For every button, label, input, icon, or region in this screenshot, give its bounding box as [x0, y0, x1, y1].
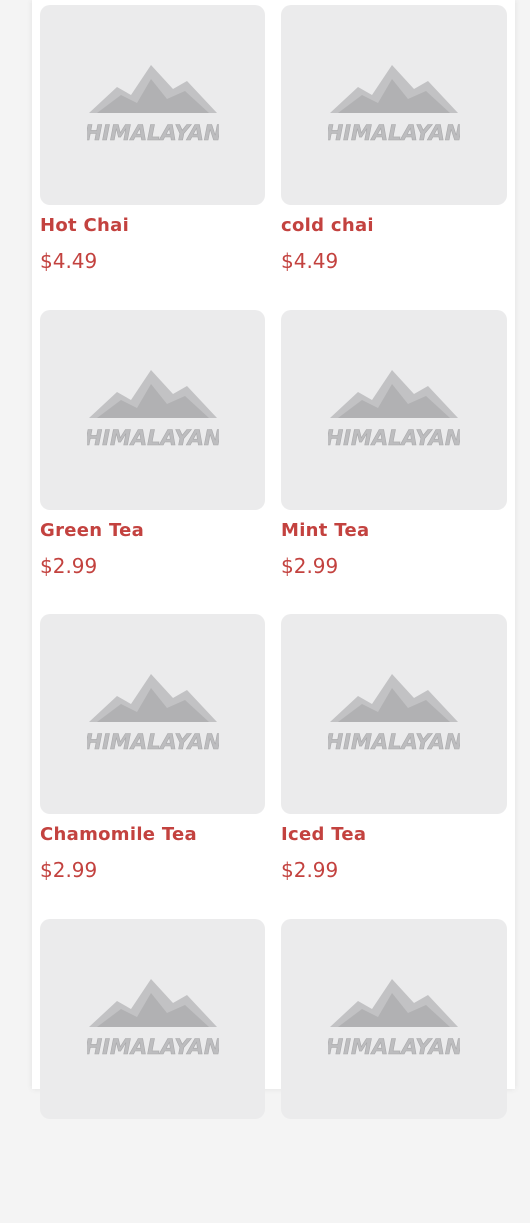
menu-item-card[interactable]: HIMALAYAN Chamomile Tea $2.99 [40, 614, 265, 919]
item-image-placeholder[interactable]: HIMALAYAN [40, 5, 265, 205]
svg-text:HIMALAYAN: HIMALAYAN [87, 121, 219, 145]
item-image-placeholder[interactable]: HIMALAYAN [281, 5, 507, 205]
menu-item-card[interactable]: HIMALAYAN Iced Tea $2.99 [281, 614, 507, 919]
svg-text:HIMALAYAN: HIMALAYAN [328, 121, 460, 145]
menu-item-card[interactable]: HIMALAYAN cold chai $4.49 [281, 5, 507, 310]
item-name[interactable]: Iced Tea [281, 826, 507, 844]
himalayan-logo-icon: HIMALAYAN [328, 370, 460, 450]
item-image-placeholder[interactable]: HIMALAYAN [281, 310, 507, 510]
menu-grid: HIMALAYAN Hot Chai $4.49 HIMALAYAN cold … [40, 5, 507, 1223]
menu-item-card[interactable]: HIMALAYAN Hot Chai $4.49 [40, 5, 265, 310]
menu-item-card[interactable]: HIMALAYAN [281, 919, 507, 1223]
menu-item-card[interactable]: HIMALAYAN Mint Tea $2.99 [281, 310, 507, 615]
himalayan-logo-icon: HIMALAYAN [87, 370, 219, 450]
himalayan-logo-icon: HIMALAYAN [328, 65, 460, 145]
menu-item-card[interactable]: HIMALAYAN Green Tea $2.99 [40, 310, 265, 615]
svg-text:HIMALAYAN: HIMALAYAN [87, 426, 219, 450]
item-name[interactable]: Mint Tea [281, 522, 507, 540]
item-price: $4.49 [281, 251, 507, 271]
item-price: $2.99 [40, 556, 265, 576]
item-price: $2.99 [281, 860, 507, 880]
item-price: $2.99 [281, 556, 507, 576]
item-image-placeholder[interactable]: HIMALAYAN [40, 310, 265, 510]
svg-text:HIMALAYAN: HIMALAYAN [328, 426, 460, 450]
svg-text:HIMALAYAN: HIMALAYAN [328, 1035, 460, 1059]
himalayan-logo-icon: HIMALAYAN [328, 674, 460, 754]
svg-text:HIMALAYAN: HIMALAYAN [328, 730, 460, 754]
himalayan-logo-icon: HIMALAYAN [328, 979, 460, 1059]
menu-panel: HIMALAYAN Hot Chai $4.49 HIMALAYAN cold … [32, 0, 515, 1089]
item-image-placeholder[interactable]: HIMALAYAN [281, 614, 507, 814]
item-name[interactable]: Chamomile Tea [40, 826, 265, 844]
svg-text:HIMALAYAN: HIMALAYAN [87, 1035, 219, 1059]
menu-item-card[interactable]: HIMALAYAN [40, 919, 265, 1223]
himalayan-logo-icon: HIMALAYAN [87, 979, 219, 1059]
item-price: $2.99 [40, 860, 265, 880]
item-name[interactable]: cold chai [281, 217, 507, 235]
svg-text:HIMALAYAN: HIMALAYAN [87, 730, 219, 754]
item-price: $4.49 [40, 251, 265, 271]
item-name[interactable]: Green Tea [40, 522, 265, 540]
himalayan-logo-icon: HIMALAYAN [87, 674, 219, 754]
item-image-placeholder[interactable]: HIMALAYAN [40, 614, 265, 814]
item-name[interactable]: Hot Chai [40, 217, 265, 235]
himalayan-logo-icon: HIMALAYAN [87, 65, 219, 145]
